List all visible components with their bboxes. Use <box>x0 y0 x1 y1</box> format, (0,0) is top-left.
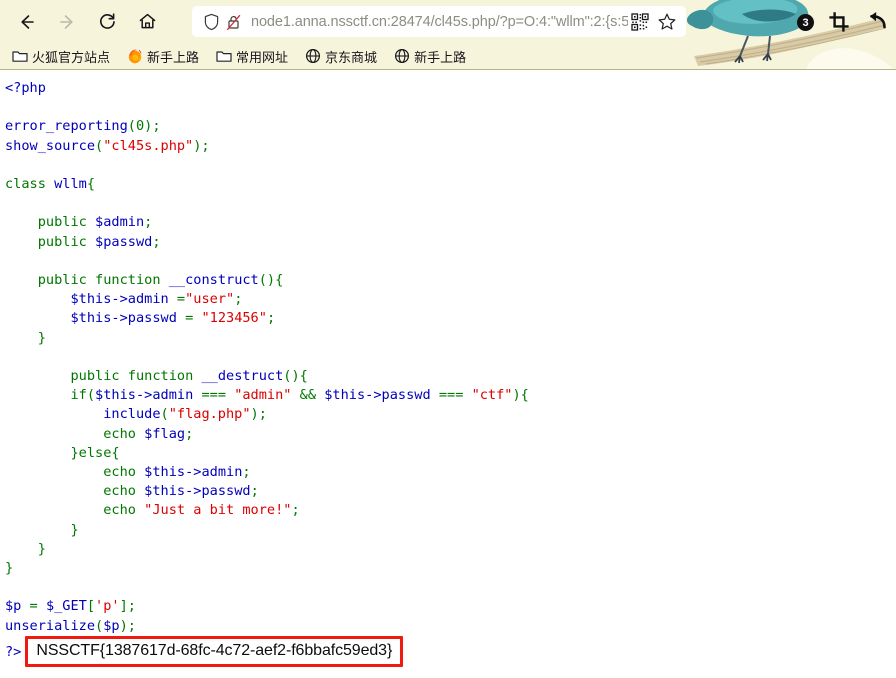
qr-glyph <box>631 12 649 31</box>
forward-button[interactable] <box>50 5 84 39</box>
folder-glyph <box>215 51 232 62</box>
folder-icon <box>215 48 232 65</box>
url-text[interactable]: node1.anna.nssctf.cn:28474/cl45s.php/?p=… <box>251 14 628 30</box>
folder-glyph <box>11 51 28 62</box>
globe-icon <box>393 48 410 65</box>
crop-glyph <box>829 12 849 32</box>
address-bar[interactable]: node1.anna.nssctf.cn:28474/cl45s.php/?p=… <box>192 6 686 37</box>
star-bookmark-icon[interactable] <box>656 11 678 33</box>
bookmark-label: 常用网址 <box>236 49 289 65</box>
flag-highlight-box: NSSCTF{1387617d-68fc-4c72-aef2-f6bbafc59… <box>25 636 404 667</box>
flag-text: NSSCTF{1387617d-68fc-4c72-aef2-f6bbafc59… <box>36 642 393 659</box>
broken-lock-glyph <box>226 14 240 30</box>
back-button[interactable] <box>10 5 44 39</box>
undo-glyph <box>870 12 886 29</box>
shield-icon[interactable] <box>200 11 222 33</box>
php-close-tag: ?> <box>5 643 22 660</box>
globe-glyph <box>394 48 409 64</box>
bookmark-item-1[interactable]: 新手上路 <box>124 45 201 67</box>
forward-arrow-icon <box>60 14 73 29</box>
back-arrow-icon <box>21 14 34 29</box>
reload-icon <box>99 13 115 29</box>
browser-chrome: node1.anna.nssctf.cn:28474/cl45s.php/?p=… <box>0 0 896 70</box>
qr-code-icon[interactable] <box>630 11 650 33</box>
bookmark-item-2[interactable]: 常用网址 <box>213 45 290 67</box>
home-icon <box>139 13 155 29</box>
bookmark-item-3[interactable]: 京东商城 <box>302 45 379 67</box>
folder-icon <box>11 48 28 65</box>
shield-glyph <box>204 13 218 30</box>
bookmarks-toolbar: 火狐官方站点 新手上路 常用网址 京东商城 新手上路 <box>0 43 480 69</box>
firefox-glyph <box>128 49 141 64</box>
lock-slash-icon[interactable] <box>222 11 244 33</box>
home-button[interactable] <box>130 5 164 39</box>
bookmark-label: 新手上路 <box>147 49 200 65</box>
bookmark-label: 火狐官方站点 <box>32 49 111 65</box>
php-source-listing: <?php error_reporting(0); show_source("c… <box>5 80 529 634</box>
bookmark-item-4[interactable]: 新手上路 <box>391 45 468 67</box>
bookmark-item-0[interactable]: 火狐官方站点 <box>9 45 112 67</box>
undo-arrow-icon[interactable] <box>866 10 888 32</box>
reload-button[interactable] <box>90 5 124 39</box>
globe-glyph <box>305 48 320 64</box>
flag-output-line: ?> NSSCTF{1387617d-68fc-4c72-aef2-f6bbaf… <box>5 636 404 667</box>
globe-icon <box>304 48 321 65</box>
notification-badge[interactable]: 3 <box>797 14 814 31</box>
firefox-icon <box>126 48 143 65</box>
star-glyph <box>658 13 676 30</box>
bookmark-label: 新手上路 <box>414 49 467 65</box>
page-content: <?php error_reporting(0); show_source("c… <box>0 70 896 678</box>
bookmark-label: 京东商城 <box>325 49 378 65</box>
crop-icon[interactable] <box>829 12 849 32</box>
